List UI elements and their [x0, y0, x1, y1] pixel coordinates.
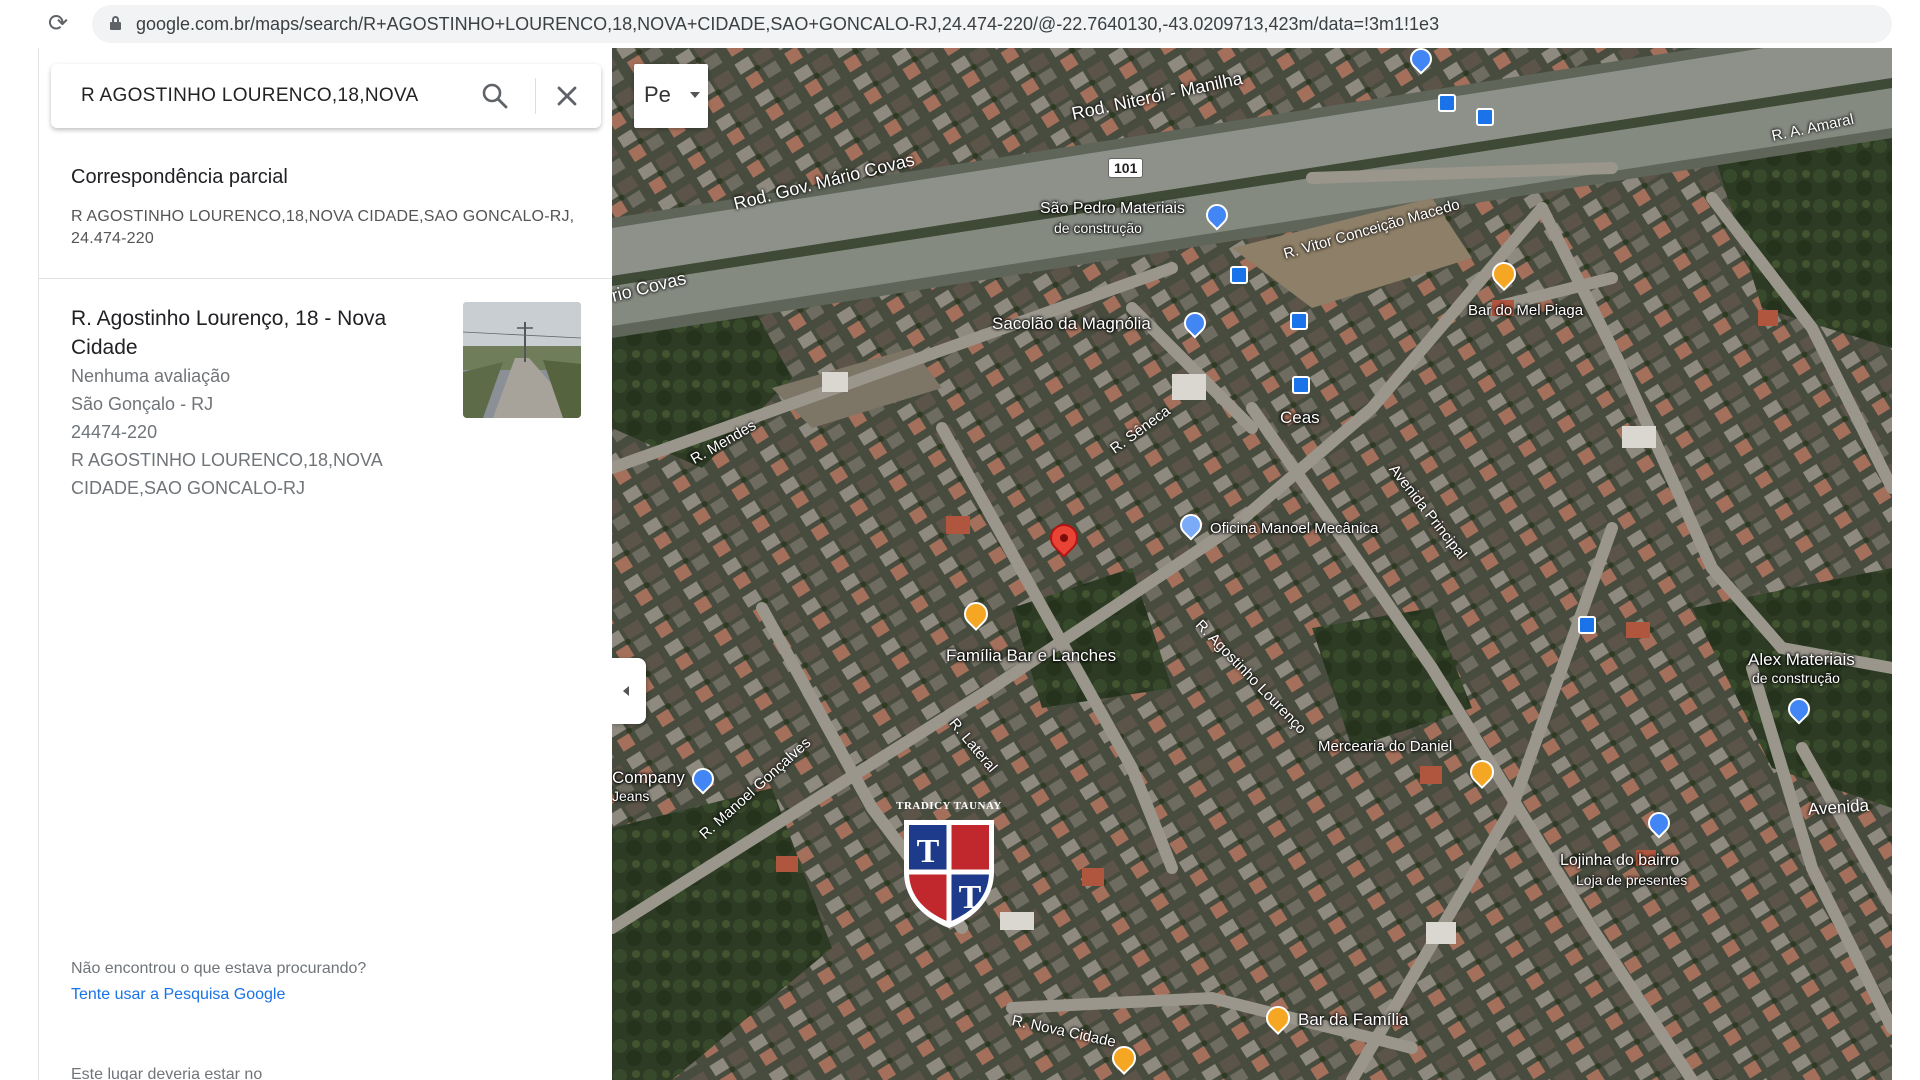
highway-shield: 101 — [1108, 158, 1144, 178]
search-icon — [482, 83, 508, 109]
map-canvas[interactable]: Rod. Niterói - Manilha Rod. Gov. Mário C… — [612, 48, 1892, 1080]
url-text[interactable]: google.com.br/maps/search/R+AGOSTINHO+LO… — [136, 14, 1876, 35]
result-postcode: 24474-220 — [71, 422, 158, 442]
reload-icon[interactable]: ⟳ — [44, 10, 72, 38]
poi-sublabel-sao-pedro: de construção — [1054, 220, 1142, 236]
layer-selector[interactable]: Pe — [634, 64, 708, 128]
result-city: São Gonçalo - RJ — [71, 394, 214, 414]
transit-stop-icon[interactable] — [1230, 266, 1248, 284]
poi-sublabel-alex: de construção — [1752, 670, 1840, 686]
result-card[interactable]: R. Agostinho Lourenço, 18 - Nova Cidade … — [39, 288, 613, 538]
missing-place-text: Este lugar deveria estar no — [71, 1066, 263, 1080]
poi-label-bar-mel[interactable]: Bar do Mel Piaga — [1468, 302, 1583, 319]
not-found-text: Não encontrou o que estava procurando? — [71, 960, 367, 977]
partial-match-address[interactable]: R AGOSTINHO LOURENCO,18,NOVA CIDADE,SAO … — [71, 206, 591, 250]
poi-label-sacolao[interactable]: Sacolão da Magnólia — [992, 314, 1151, 334]
search-input[interactable] — [81, 82, 421, 110]
lock-icon — [110, 16, 121, 30]
browser-toolbar: ⟳ google.com.br/maps/search/R+AGOSTINHO+… — [0, 0, 1920, 48]
satellite-imagery — [612, 48, 1892, 1080]
close-icon — [557, 86, 577, 106]
poi-label-ceas[interactable]: Ceas — [1280, 408, 1320, 428]
transit-stop-icon[interactable] — [1438, 94, 1456, 112]
transit-stop-icon[interactable] — [1292, 376, 1310, 394]
divider — [39, 278, 613, 279]
chevron-left-icon — [623, 686, 629, 696]
poi-label-company[interactable]: Company — [612, 768, 685, 788]
result-alt-line1: R AGOSTINHO LOURENCO,18,NOVA — [71, 450, 383, 470]
collapse-panel-button[interactable] — [612, 658, 646, 724]
result-alt-line2: CIDADE,SAO GONCALO-RJ — [71, 478, 306, 498]
search-button[interactable] — [479, 80, 511, 112]
side-panel: Correspondência parcial R AGOSTINHO LOUR… — [38, 48, 613, 1080]
search-divider — [535, 78, 536, 114]
try-google-search-link[interactable]: Tente usar a Pesquisa Google — [71, 986, 285, 1004]
search-box — [51, 64, 601, 128]
partial-match-title: Correspondência parcial — [71, 166, 288, 188]
poi-label-bar-familia[interactable]: Bar da Família — [1298, 1010, 1409, 1030]
transit-stop-icon[interactable] — [1476, 108, 1494, 126]
poi-label-alex[interactable]: Alex Materiais — [1748, 650, 1855, 670]
street-view-thumbnail[interactable] — [463, 302, 581, 418]
address-bar[interactable]: google.com.br/maps/search/R+AGOSTINHO+LO… — [92, 5, 1892, 43]
result-title[interactable]: R. Agostinho Lourenço, 18 - Nova Cidade — [71, 304, 451, 362]
transit-stop-icon[interactable] — [1290, 312, 1308, 330]
watermark-letter-1: T — [917, 833, 940, 870]
poi-sublabel-lojinha: Loja de presentes — [1576, 872, 1688, 888]
layer-label: Pe — [644, 82, 671, 107]
watermark-letter-2: T — [959, 879, 982, 916]
watermark-logo: TRADICY TAUNAY T T — [894, 800, 1004, 930]
poi-label-oficina[interactable]: Oficina Manoel Mecânica — [1210, 520, 1378, 537]
screen: ⟳ google.com.br/maps/search/R+AGOSTINHO+… — [0, 0, 1920, 1080]
poi-label-familia-lanches[interactable]: Família Bar e Lanches — [946, 646, 1116, 666]
transit-stop-icon[interactable] — [1578, 616, 1596, 634]
result-rating: Nenhuma avaliação — [71, 366, 231, 386]
road-label-avenida: Avenida — [1807, 795, 1870, 819]
clear-search-button[interactable] — [551, 80, 583, 112]
poi-label-sao-pedro[interactable]: São Pedro Materiais — [1040, 200, 1185, 218]
watermark-caption: TRADICY TAUNAY — [896, 800, 1002, 812]
poi-label-lojinha[interactable]: Lojinha do bairro — [1560, 852, 1679, 870]
caret-down-icon — [690, 92, 700, 98]
poi-label-mercearia[interactable]: Mercearia do Daniel — [1318, 738, 1452, 755]
poi-sublabel-company: Jeans — [612, 788, 650, 804]
